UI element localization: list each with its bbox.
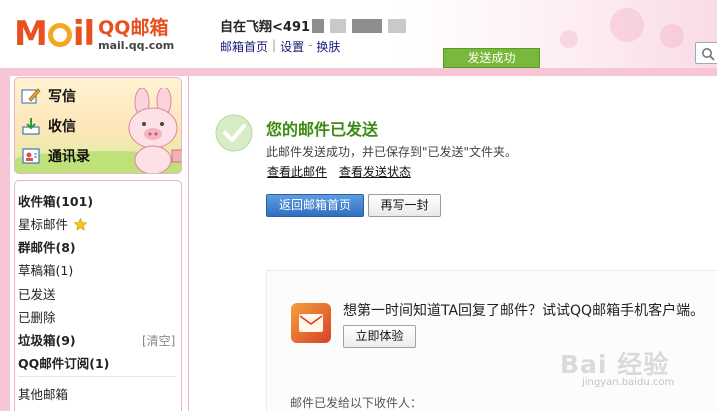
link-mail-home[interactable]: 邮箱首页: [220, 38, 268, 55]
folder-name: 草稿箱: [18, 263, 56, 278]
folder-count: (8): [55, 240, 76, 255]
receive-label: 收信: [48, 119, 76, 135]
decor-petal: [660, 24, 684, 48]
folder-spam[interactable]: 垃圾箱(9): [18, 330, 76, 349]
frame-border: [0, 68, 717, 76]
folder-count: (1): [89, 356, 110, 371]
try-now-button[interactable]: 立即体验: [343, 325, 416, 348]
folder-divider: [18, 376, 176, 377]
mail-app-icon: [291, 303, 331, 343]
folder-count: (9): [55, 333, 76, 348]
contacts-label: 通讯录: [48, 149, 90, 165]
compose-icon: [21, 87, 41, 105]
sent-description: 此邮件发送成功，并已保存到"已发送"文件夹。: [266, 145, 518, 159]
decor-petal: [560, 30, 578, 48]
receive-mail-button[interactable]: 收信: [21, 116, 76, 136]
link-settings[interactable]: 设置: [280, 38, 304, 55]
recipients-label: 邮件已发给以下收件人：: [290, 396, 423, 410]
frame-border: [0, 68, 10, 411]
search-icon: [702, 48, 715, 61]
folder-inbox[interactable]: 收件箱(101): [18, 191, 93, 210]
folder-qq-subscriptions[interactable]: QQ邮件订阅(1): [18, 353, 109, 372]
folder-group-mail[interactable]: 群邮件(8): [18, 237, 76, 256]
link-separator: |: [272, 38, 277, 52]
contacts-button[interactable]: 通讯录: [21, 146, 90, 166]
folder-starred[interactable]: 星标邮件: [18, 214, 88, 233]
folder-name: 其他邮箱: [18, 387, 69, 402]
logo-brand: QQ邮箱: [98, 17, 169, 39]
baidu-watermark: Bai 经验: [560, 350, 670, 379]
folder-name: 已删除: [18, 310, 56, 325]
compose-button[interactable]: 写信: [21, 86, 76, 106]
sent-title: 您的邮件已发送: [266, 120, 379, 139]
success-check-icon: [215, 114, 253, 152]
pig-mascot-icon: [128, 88, 181, 173]
folder-name: 收件箱: [18, 194, 56, 209]
inbox-download-icon: [21, 117, 41, 135]
qq-mail-logo[interactable]: Mil QQ邮箱 mail.qq.com: [14, 14, 174, 58]
contacts-icon: [21, 147, 41, 165]
redacted-block: [352, 18, 383, 33]
folder-name: 垃圾箱: [18, 333, 56, 348]
link-separator: -: [308, 38, 313, 52]
redacted-block: [388, 18, 407, 33]
back-to-home-button[interactable]: 返回邮箱首页: [266, 194, 364, 217]
top-nav-links: 邮箱首页 | 设置 - 换肤: [220, 38, 340, 55]
search-box[interactable]: [695, 42, 717, 64]
compose-label: 写信: [48, 89, 76, 105]
user-label: 自在飞翔<491: [220, 20, 311, 35]
logo-domain: mail.qq.com: [98, 39, 175, 52]
folder-count: (1): [55, 263, 74, 278]
quick-actions-panel: 写信 收信 通讯录: [14, 77, 182, 174]
envelope-icon: [299, 314, 323, 332]
view-send-status-link[interactable]: 查看发送状态: [339, 163, 411, 180]
user-account: 自在飞翔<491: [220, 16, 407, 35]
baidu-watermark-url: jingyan.baidu.com: [582, 377, 675, 388]
folder-drafts[interactable]: 草稿箱(1): [18, 260, 73, 279]
view-this-mail-link[interactable]: 查看此邮件: [267, 163, 327, 180]
content-divider: [188, 76, 189, 411]
redacted-block: [312, 18, 325, 33]
logo-mail-mark: Mil: [14, 14, 95, 54]
folder-other-mailboxes[interactable]: 其他邮箱: [18, 384, 68, 403]
clear-spam-link[interactable]: [清空]: [142, 332, 175, 349]
folder-name: 群邮件: [18, 240, 56, 255]
send-success-toast: 发送成功: [443, 48, 540, 68]
folder-deleted[interactable]: 已删除: [18, 307, 56, 326]
folder-sent[interactable]: 已发送: [18, 284, 56, 303]
folder-name: QQ邮件订阅: [18, 356, 90, 371]
link-change-skin[interactable]: 换肤: [316, 38, 340, 55]
folder-count: (101): [55, 194, 94, 209]
redacted-block: [330, 18, 347, 33]
logo-text: QQ邮箱 mail.qq.com: [98, 17, 174, 53]
folder-name: 已发送: [18, 287, 56, 302]
mobile-app-promo: [266, 270, 717, 411]
promo-text: 想第一时间知道TA回复了邮件？试试QQ邮箱手机客户端。: [343, 303, 705, 319]
star-icon: [73, 217, 88, 231]
folder-name: 星标邮件: [18, 217, 69, 232]
decor-petal: [610, 8, 644, 42]
write-again-button[interactable]: 再写一封: [368, 194, 441, 217]
